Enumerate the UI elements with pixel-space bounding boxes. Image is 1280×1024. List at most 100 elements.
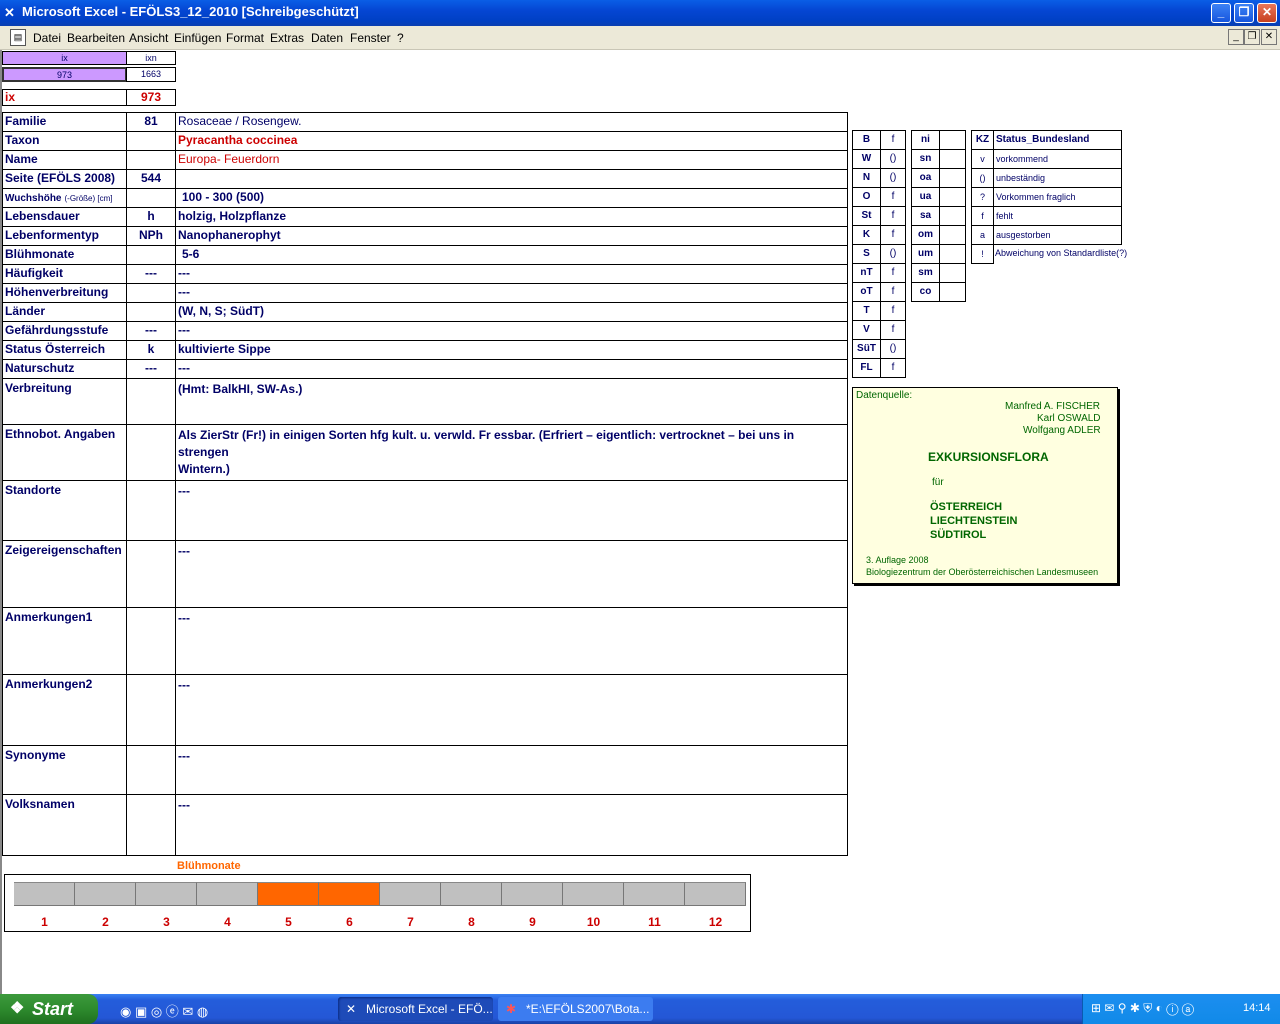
row-label-17[interactable]: Zeigereigenschaften bbox=[2, 540, 127, 608]
row-label-3[interactable]: Seite (EFÖLS 2008) bbox=[2, 169, 127, 189]
row-label-12[interactable]: Status Österreich bbox=[2, 340, 127, 360]
row-code-21[interactable] bbox=[126, 794, 176, 856]
legend-key-5[interactable]: ! bbox=[971, 244, 994, 264]
altitude-key-5[interactable]: om bbox=[911, 225, 940, 245]
legend-key-1[interactable]: () bbox=[971, 168, 994, 188]
row-value-4[interactable]: 100 - 300 (500) bbox=[175, 188, 848, 208]
row-value-19[interactable]: --- bbox=[175, 674, 848, 746]
row-code-3[interactable]: 544 bbox=[126, 169, 176, 189]
row-code-7[interactable] bbox=[126, 245, 176, 265]
excel-icon[interactable]: ✕ bbox=[4, 5, 19, 20]
row-value-10[interactable]: (W, N, S; SüdT) bbox=[175, 302, 848, 322]
row-code-6[interactable]: NPh bbox=[126, 226, 176, 246]
region-value-3[interactable]: f bbox=[880, 187, 906, 207]
row-label-19[interactable]: Anmerkungen2 bbox=[2, 674, 127, 746]
restore-button[interactable]: ❐ bbox=[1234, 3, 1254, 23]
region-value-7[interactable]: f bbox=[880, 263, 906, 283]
altitude-key-8[interactable]: co bbox=[911, 282, 940, 302]
menu-einfuegen[interactable]: Einfügen bbox=[174, 31, 221, 45]
row-label-9[interactable]: Höhenverbreitung bbox=[2, 283, 127, 303]
row-code-5[interactable]: h bbox=[126, 207, 176, 227]
region-key-7[interactable]: nT bbox=[852, 263, 881, 283]
altitude-key-3[interactable]: ua bbox=[911, 187, 940, 207]
altitude-key-6[interactable]: um bbox=[911, 244, 940, 264]
row-value-6[interactable]: Nanophanerophyt bbox=[175, 226, 848, 246]
region-value-2[interactable]: () bbox=[880, 168, 906, 188]
row-label-6[interactable]: Lebenformentyp bbox=[2, 226, 127, 246]
row-code-13[interactable]: --- bbox=[126, 359, 176, 379]
region-value-6[interactable]: () bbox=[880, 244, 906, 264]
region-key-10[interactable]: V bbox=[852, 320, 881, 340]
region-value-12[interactable]: f bbox=[880, 358, 906, 378]
taskbar-excel[interactable]: ✕ Microsoft Excel - EFÖ... bbox=[338, 997, 493, 1021]
row-label-11[interactable]: Gefährdungsstufe bbox=[2, 321, 127, 341]
row-code-14[interactable] bbox=[126, 378, 176, 425]
quicklaunch-icons[interactable]: ◉ ▣ ◎ ⓔ ✉ ◍ bbox=[120, 1001, 208, 1020]
altitude-value-6[interactable] bbox=[939, 244, 966, 264]
row-label-21[interactable]: Volksnamen bbox=[2, 794, 127, 856]
row-code-20[interactable] bbox=[126, 745, 176, 795]
altitude-value-4[interactable] bbox=[939, 206, 966, 226]
row-code-17[interactable] bbox=[126, 540, 176, 608]
legend-value-2[interactable]: Vorkommen fraglich bbox=[993, 187, 1122, 207]
legend-value-0[interactable]: vorkommend bbox=[993, 149, 1122, 169]
legend-key-3[interactable]: f bbox=[971, 206, 994, 226]
legend-value-1[interactable]: unbeständig bbox=[993, 168, 1122, 188]
legend-key-0[interactable]: v bbox=[971, 149, 994, 169]
row-code-1[interactable] bbox=[126, 131, 176, 151]
row-label-0[interactable]: Familie bbox=[2, 112, 127, 132]
altitude-value-1[interactable] bbox=[939, 149, 966, 169]
row-code-9[interactable] bbox=[126, 283, 176, 303]
row-code-18[interactable] bbox=[126, 607, 176, 675]
row-value-5[interactable]: holzig, Holzpflanze bbox=[175, 207, 848, 227]
row-label-15[interactable]: Ethnobot. Angaben bbox=[2, 424, 127, 481]
row-value-11[interactable]: --- bbox=[175, 321, 848, 341]
menu-ansicht[interactable]: Ansicht bbox=[129, 31, 168, 45]
altitude-key-0[interactable]: ni bbox=[911, 130, 940, 150]
row-value-14[interactable]: (Hmt: BalkHI, SW-As.) bbox=[175, 378, 848, 425]
row-label-16[interactable]: Standorte bbox=[2, 480, 127, 541]
row-code-16[interactable] bbox=[126, 480, 176, 541]
menu-fenster[interactable]: Fenster bbox=[350, 31, 391, 45]
region-key-5[interactable]: K bbox=[852, 225, 881, 245]
region-key-1[interactable]: W bbox=[852, 149, 881, 169]
row-value-15[interactable]: Als ZierStr (Fr!) in einigen Sorten hfg … bbox=[175, 424, 848, 481]
row-value-3[interactable] bbox=[175, 169, 848, 189]
row-value-16[interactable]: --- bbox=[175, 480, 848, 541]
row-code-4[interactable] bbox=[126, 188, 176, 208]
region-value-10[interactable]: f bbox=[880, 320, 906, 340]
region-key-3[interactable]: O bbox=[852, 187, 881, 207]
ixn-header-cell[interactable]: ixn bbox=[126, 51, 176, 65]
menu-extras[interactable]: Extras bbox=[270, 31, 304, 45]
legend-status-header[interactable]: Status_Bundesland bbox=[993, 130, 1122, 150]
row-code-10[interactable] bbox=[126, 302, 176, 322]
altitude-key-7[interactable]: sm bbox=[911, 263, 940, 283]
altitude-value-7[interactable] bbox=[939, 263, 966, 283]
row-code-2[interactable] bbox=[126, 150, 176, 170]
row-label-1[interactable]: Taxon bbox=[2, 131, 127, 151]
altitude-value-5[interactable] bbox=[939, 225, 966, 245]
region-key-12[interactable]: FL bbox=[852, 358, 881, 378]
altitude-value-3[interactable] bbox=[939, 187, 966, 207]
row-value-17[interactable]: --- bbox=[175, 540, 848, 608]
region-value-8[interactable]: f bbox=[880, 282, 906, 302]
row-value-7[interactable]: 5-6 bbox=[175, 245, 848, 265]
doc-minimize-button[interactable]: _ bbox=[1228, 29, 1244, 45]
region-value-9[interactable]: f bbox=[880, 301, 906, 321]
region-key-8[interactable]: oT bbox=[852, 282, 881, 302]
legend-value-5[interactable]: Abweichung von Standardliste(?) bbox=[993, 244, 1127, 264]
region-key-4[interactable]: St bbox=[852, 206, 881, 226]
row-code-8[interactable]: --- bbox=[126, 264, 176, 284]
row-label-2[interactable]: Name bbox=[2, 150, 127, 170]
region-key-0[interactable]: B bbox=[852, 130, 881, 150]
legend-key-4[interactable]: a bbox=[971, 225, 994, 245]
row-code-11[interactable]: --- bbox=[126, 321, 176, 341]
region-value-0[interactable]: f bbox=[880, 130, 906, 150]
row-label-13[interactable]: Naturschutz bbox=[2, 359, 127, 379]
region-value-5[interactable]: f bbox=[880, 225, 906, 245]
menu-datei[interactable]: Datei bbox=[33, 31, 61, 45]
altitude-value-0[interactable] bbox=[939, 130, 966, 150]
row-label-14[interactable]: Verbreitung bbox=[2, 378, 127, 425]
ix-main-cell[interactable]: 973 bbox=[126, 89, 176, 106]
row-code-15[interactable] bbox=[126, 424, 176, 481]
